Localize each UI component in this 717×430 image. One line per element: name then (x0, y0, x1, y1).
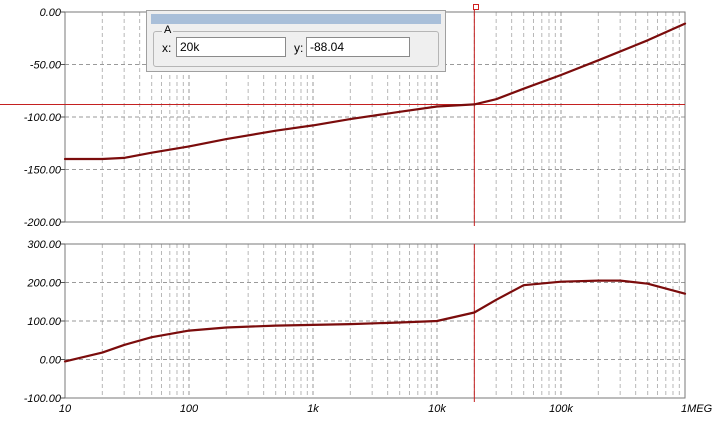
x-tick-label: 10k (428, 403, 446, 415)
y-tick-label: -200.00 (24, 217, 62, 229)
cursor-readout-window[interactable]: A x: 20k y: -88.04 (146, 10, 446, 72)
x-tick-label: 1MEG (681, 403, 713, 415)
y-tick-label: -100.00 (24, 112, 62, 124)
x-tick-label: 1k (307, 403, 319, 415)
y-tick-label: -150.00 (24, 165, 62, 177)
y-value-field[interactable]: -88.04 (306, 37, 410, 57)
y-tick-label: -100.00 (24, 393, 62, 405)
y-label: y: (294, 41, 304, 55)
y-tick-label: 200.00 (26, 278, 62, 290)
x-tick-label: 100k (549, 403, 573, 415)
trace-layer (63, 22, 687, 363)
y-tick-label: 100.00 (27, 316, 62, 328)
cursor-group: A x: 20k y: -88.04 (153, 24, 439, 67)
x-tick-label: 10 (59, 403, 72, 415)
y-tick-label: 0.00 (40, 7, 62, 19)
x-tick-label: 100 (180, 403, 199, 415)
y-tick-label: 300.00 (27, 239, 62, 251)
x-label: x: (162, 41, 172, 55)
cursor-group-label: A (162, 24, 174, 36)
cursor-handle[interactable] (473, 4, 479, 10)
y-tick-label: -50.00 (30, 60, 62, 72)
x-value-field[interactable]: 20k (176, 37, 286, 57)
y-tick-label: 0.00 (40, 355, 62, 367)
readout-titlebar[interactable] (151, 14, 441, 24)
